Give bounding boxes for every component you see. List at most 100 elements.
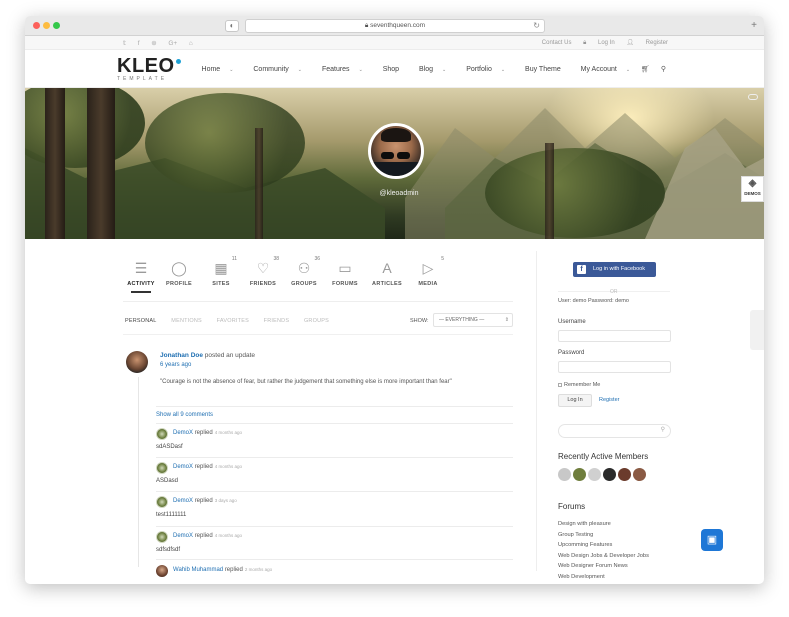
- tab-forums[interactable]: ▭ FORUMS: [327, 259, 363, 287]
- google-plus-icon[interactable]: G+: [168, 40, 177, 47]
- show-filter-select[interactable]: — EVERYTHING — ⇕: [433, 313, 513, 327]
- tab-profile[interactable]: ◯ PROFILE: [161, 259, 197, 287]
- logo-dot-icon: [175, 59, 181, 64]
- profile-icon: ◯: [171, 260, 187, 276]
- dribbble-icon[interactable]: ⊛: [151, 39, 156, 47]
- comment-avatar[interactable]: [156, 496, 168, 508]
- password-field[interactable]: [558, 361, 671, 373]
- site-logo[interactable]: KLEO TEMPLATE: [117, 56, 181, 82]
- profile-avatar[interactable]: [368, 123, 424, 179]
- comment-avatar[interactable]: [156, 462, 168, 474]
- post-text: "Courage is not the absence of fear, but…: [160, 379, 452, 385]
- forum-link[interactable]: Design with pleasure: [558, 519, 649, 530]
- top-login-link[interactable]: 🔒︎ Log In: [583, 40, 615, 46]
- side-edge-tab[interactable]: [750, 310, 764, 350]
- search-icon[interactable]: ⚲: [661, 66, 666, 73]
- post-author-link[interactable]: Jonathan Doe: [160, 352, 203, 359]
- tab-friends[interactable]: ♡ 38 FRIENDS: [245, 256, 281, 287]
- member-avatar[interactable]: [618, 468, 631, 481]
- maximize-window-button[interactable]: [53, 22, 60, 29]
- member-avatar[interactable]: [573, 468, 586, 481]
- subnav-mentions[interactable]: MENTIONS: [171, 318, 202, 324]
- forum-link[interactable]: Web Design Jobs & Developer Jobs: [558, 551, 649, 562]
- privacy-shield-icon[interactable]: ◐: [225, 20, 239, 32]
- comment-avatar[interactable]: [156, 428, 168, 440]
- tab-sites[interactable]: ▦ 11 SITES: [203, 256, 239, 287]
- comment-author-link[interactable]: DemoX: [173, 430, 193, 436]
- remember-checkbox[interactable]: [558, 382, 562, 387]
- new-tab-icon[interactable]: +: [748, 20, 760, 32]
- nav-item-my-account[interactable]: My Account ⌄: [572, 66, 630, 73]
- cart-icon[interactable]: 🛒︎: [641, 66, 650, 73]
- search-icon[interactable]: ⚲: [661, 426, 665, 433]
- nav-item-blog[interactable]: Blog ⌄: [410, 66, 446, 73]
- forum-link[interactable]: Web Development: [558, 572, 649, 583]
- comment-text: sdfsdfsdf: [156, 547, 181, 553]
- main-nav: Home ⌄ Community ⌄ Features ⌄ Shop Blog ⌄ Po…: [184, 65, 666, 73]
- facebook-icon[interactable]: f: [138, 40, 140, 47]
- subnav-friends[interactable]: FRIENDS: [264, 318, 290, 324]
- username-field[interactable]: [558, 330, 671, 342]
- chat-button[interactable]: ▣: [701, 529, 723, 551]
- comment-text: test1111111: [156, 512, 187, 518]
- close-window-button[interactable]: [33, 22, 40, 29]
- contact-us-link[interactable]: Contact Us: [542, 40, 572, 46]
- nav-item-community[interactable]: Community ⌄: [244, 66, 302, 73]
- tab-groups[interactable]: ⚇ 36 GROUPS: [286, 256, 322, 287]
- member-avatar[interactable]: [603, 468, 616, 481]
- comment-author-link[interactable]: DemoX: [173, 498, 193, 504]
- member-avatar[interactable]: [633, 468, 646, 481]
- facebook-login-button[interactable]: f Log in with Facebook: [573, 262, 656, 277]
- comment-author-link[interactable]: DemoX: [173, 533, 193, 539]
- lock-icon[interactable]: ⌂: [189, 40, 193, 47]
- demos-button[interactable]: ◈ DEMOS: [741, 176, 764, 202]
- comment-time[interactable]: 3 days ago: [215, 498, 237, 503]
- cover-toggle-icon[interactable]: [748, 94, 758, 100]
- minimize-window-button[interactable]: [43, 22, 50, 29]
- comment-text: ASDasd: [156, 478, 179, 484]
- top-login-label: Log In: [598, 40, 615, 46]
- login-button[interactable]: Log In: [558, 394, 592, 407]
- comment-author-link[interactable]: Wahib Muhammad: [173, 567, 223, 573]
- forum-link[interactable]: Web Designer Forum News: [558, 561, 649, 572]
- reload-icon[interactable]: ↻: [533, 20, 540, 32]
- comment-time[interactable]: 4 months ago: [215, 430, 242, 435]
- show-all-comments-link[interactable]: Show all 9 comments: [156, 412, 213, 418]
- sidebar-search-input[interactable]: ⚲: [558, 424, 671, 438]
- comment-time[interactable]: 4 months ago: [215, 533, 242, 538]
- comment-avatar[interactable]: [156, 565, 168, 577]
- post-author-avatar[interactable]: [126, 351, 148, 373]
- forum-link[interactable]: Upcomming Features: [558, 540, 649, 551]
- comment-author-link[interactable]: DemoX: [173, 464, 193, 470]
- nav-item-portfolio[interactable]: Portfolio ⌄: [457, 66, 505, 73]
- post-time-link[interactable]: 6 years ago: [160, 362, 191, 368]
- member-avatar[interactable]: [558, 468, 571, 481]
- comment-avatar[interactable]: [156, 531, 168, 543]
- tab-activity[interactable]: ☰ ACTIVITY: [123, 259, 159, 293]
- comment-time[interactable]: 2 months ago: [245, 567, 272, 572]
- subnav-favorites[interactable]: FAVORITES: [217, 318, 249, 324]
- tab-label: FRIENDS: [249, 281, 277, 287]
- remember-me[interactable]: Remember Me: [558, 382, 600, 388]
- forum-link[interactable]: Group Testing: [558, 530, 649, 541]
- nav-item-buy-theme[interactable]: Buy Theme: [516, 66, 561, 73]
- comment-time[interactable]: 4 months ago: [215, 464, 242, 469]
- tab-media[interactable]: ▷ 5 MEDIA: [410, 256, 446, 287]
- register-link[interactable]: Register: [599, 397, 619, 403]
- subnav-personal[interactable]: PERSONAL: [125, 318, 157, 324]
- twitter-icon[interactable]: 𝕥: [123, 39, 126, 47]
- divider: [156, 423, 513, 424]
- comment-action: replied: [194, 533, 213, 539]
- top-register-link[interactable]: 👤︎ Register: [626, 40, 668, 46]
- tab-count: 36: [314, 256, 320, 262]
- address-bar[interactable]: 🔒︎ seventhqueen.com ↻: [245, 19, 545, 33]
- member-avatar[interactable]: [588, 468, 601, 481]
- tab-articles[interactable]: A ARTICLES: [369, 259, 405, 287]
- tree-trunk: [45, 88, 65, 239]
- comment-action: replied: [194, 498, 213, 504]
- subnav-groups[interactable]: GROUPS: [304, 318, 329, 324]
- nav-item-home[interactable]: Home ⌄: [193, 66, 234, 73]
- tree-trunk: [545, 143, 554, 239]
- nav-item-features[interactable]: Features ⌄: [313, 66, 363, 73]
- nav-item-shop[interactable]: Shop: [374, 66, 399, 73]
